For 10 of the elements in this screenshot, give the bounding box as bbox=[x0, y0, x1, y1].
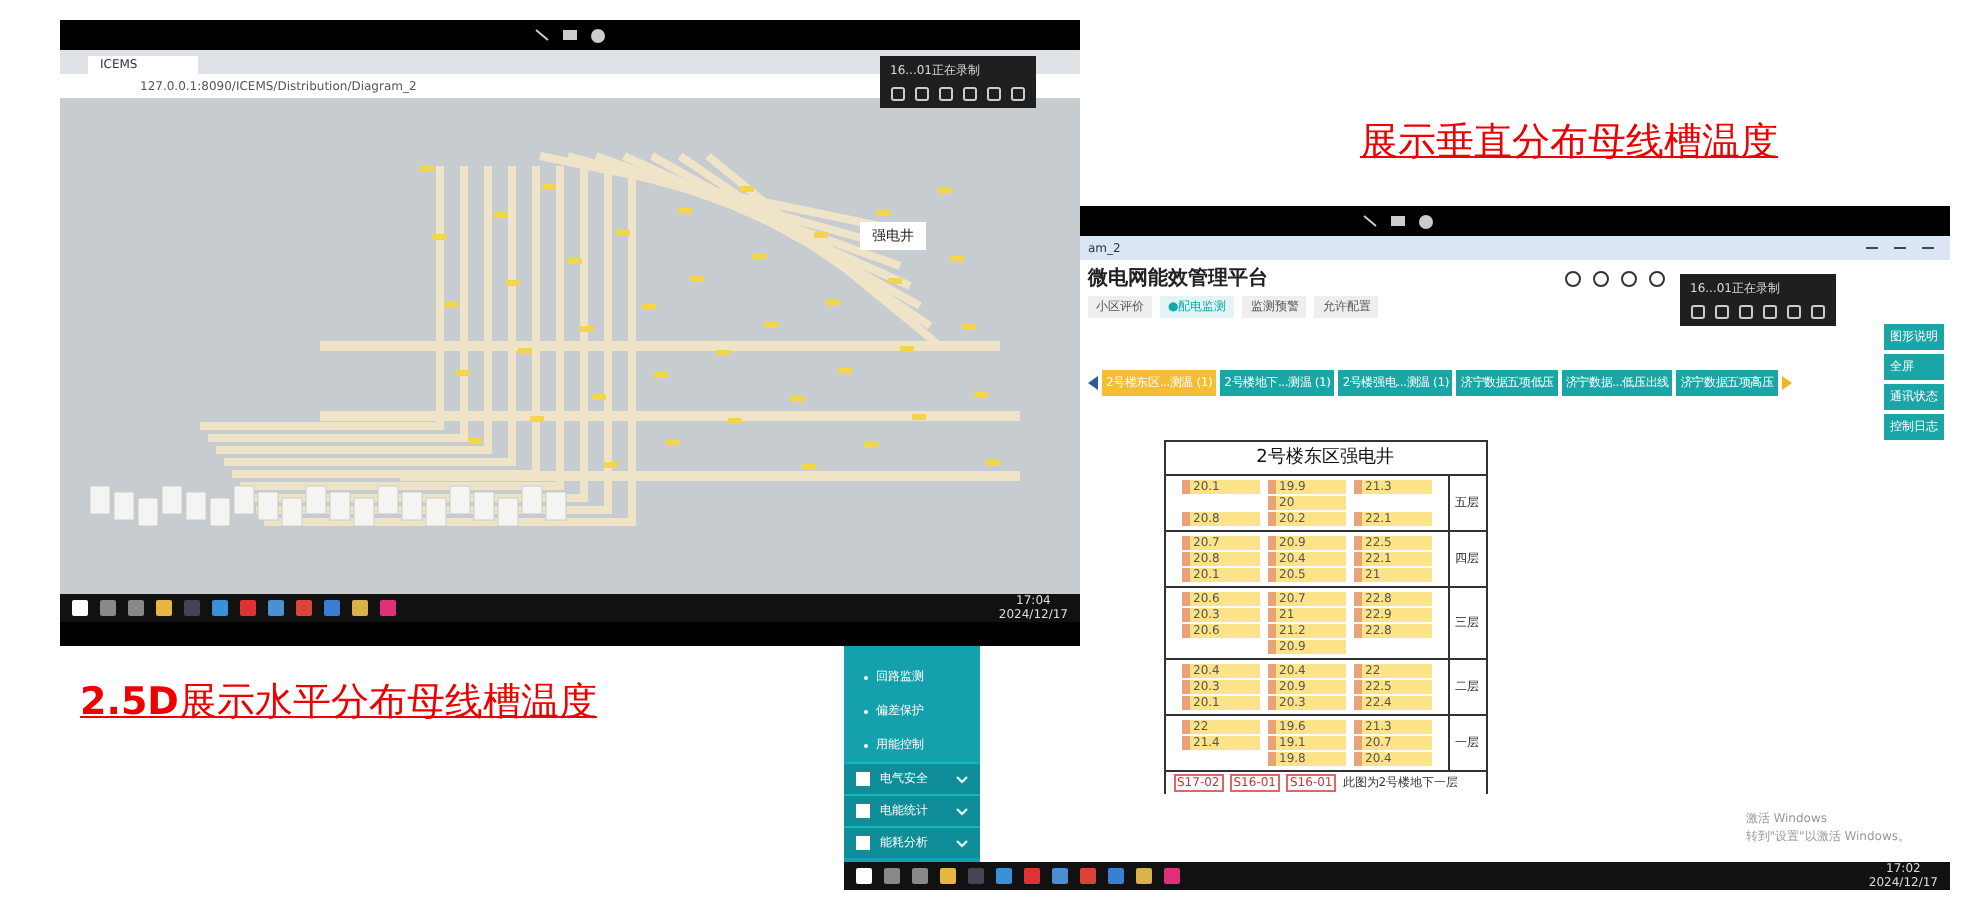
slide-caption: 2.5D展示水平分布母线槽温度 bbox=[80, 678, 597, 728]
left-arrow-icon[interactable] bbox=[1088, 375, 1098, 389]
app-title: 微电网能效管理平台 bbox=[1088, 265, 1268, 292]
slide-caption: 展示垂直分布母线槽温度 bbox=[1360, 118, 1778, 168]
chevron-icon[interactable] bbox=[956, 775, 968, 783]
minimize-icon[interactable] bbox=[1866, 242, 1878, 254]
shaft-title: 2号楼东区强电井 bbox=[1165, 442, 1485, 476]
chevron-icon[interactable] bbox=[956, 839, 968, 847]
chevron-icon[interactable] bbox=[956, 807, 968, 815]
search-icon[interactable] bbox=[1564, 269, 1582, 287]
